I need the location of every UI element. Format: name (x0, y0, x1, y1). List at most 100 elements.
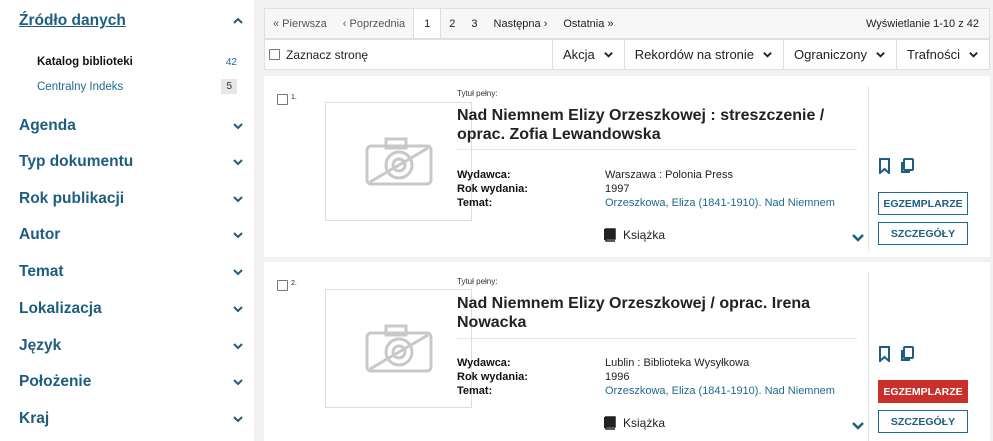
select-page-label[interactable]: Zaznacz stronę (286, 48, 368, 62)
publisher-label: Wydawca: (457, 357, 511, 369)
facet-lokalizacja[interactable]: Lokalizacja (19, 300, 244, 318)
source-item-label: Katalog biblioteki (37, 56, 133, 68)
chevron-down-icon[interactable] (232, 340, 244, 352)
cover-placeholder[interactable] (325, 102, 472, 221)
results-toolbar: Zaznacz stronę Akcja Rekordów na stronie… (264, 39, 990, 70)
chevron-down-icon[interactable] (232, 413, 244, 425)
year-value: 1997 (605, 183, 630, 195)
facet-title[interactable]: Kraj (19, 410, 49, 428)
action-dropdown[interactable]: Akcja (552, 40, 624, 69)
copy-icon[interactable] (899, 158, 914, 174)
copy-icon[interactable] (899, 346, 914, 362)
limit-dropdown[interactable]: Ograniczony (783, 40, 896, 69)
sort-dropdown-label: Trafności (907, 47, 960, 62)
last-page-link[interactable]: Ostatnia » (555, 9, 621, 38)
result-number: 1. (277, 94, 297, 105)
chevron-down-icon[interactable] (232, 156, 244, 168)
facet-title[interactable]: Lokalizacja (19, 300, 102, 318)
facet-polozenie[interactable]: Położenie (19, 373, 244, 391)
per-page-dropdown-label: Rekordów na stronie (634, 47, 755, 62)
facet-typ-dokumentu[interactable]: Typ dokumentu (19, 153, 244, 171)
next-page-link[interactable]: Następna › (486, 9, 556, 38)
result-number: 2. (277, 280, 297, 291)
sort-dropdown[interactable]: Trafności (896, 40, 989, 69)
select-page[interactable]: Zaznacz stronę (265, 48, 552, 62)
per-page-dropdown[interactable]: Rekordów na stronie (623, 40, 783, 69)
bookmark-icon[interactable] (878, 346, 891, 362)
facet-jezyk[interactable]: Język (19, 337, 244, 355)
chevron-down-icon[interactable] (851, 230, 865, 244)
result-index: 2. (291, 280, 297, 287)
pagination: « Pierwsza ‹ Poprzednia 1 2 3 Następna ›… (264, 8, 990, 39)
source-item-centralny[interactable]: Centralny Indeks 5 (37, 79, 237, 94)
chevron-down-icon[interactable] (232, 376, 244, 388)
document-type: Książka (602, 228, 665, 242)
facet-source[interactable]: Źródło danych (19, 12, 244, 30)
result-card: 1. Tytuł pełny: Nad Niemnem Elizy Orzesz… (264, 76, 990, 257)
facet-rok-publikacji[interactable]: Rok publikacji (19, 190, 244, 208)
divider (457, 338, 857, 339)
year-label: Rok wydania: (457, 183, 528, 195)
chevron-down-icon[interactable] (232, 266, 244, 278)
select-page-checkbox[interactable] (269, 49, 280, 60)
copies-button[interactable]: EGZEMPLARZE (878, 380, 968, 403)
action-dropdown-label: Akcja (563, 47, 595, 62)
publisher-value: Lublin : Biblioteka Wysyłkowa (605, 357, 750, 369)
facet-title[interactable]: Agenda (19, 117, 76, 135)
facet-autor[interactable]: Autor (19, 226, 244, 244)
camera-placeholder-icon (365, 137, 432, 185)
cover-placeholder[interactable] (325, 289, 472, 408)
record-actions (878, 346, 914, 362)
source-item-count: 5 (221, 79, 237, 94)
subject-label: Temat: (457, 197, 493, 209)
results-area: « Pierwsza ‹ Poprzednia 1 2 3 Następna ›… (254, 0, 993, 441)
facet-agenda[interactable]: Agenda (19, 117, 244, 135)
chevron-down-icon (603, 52, 613, 58)
bookmark-icon[interactable] (878, 158, 891, 174)
year-label: Rok wydania: (457, 371, 528, 383)
facet-source-title[interactable]: Źródło danych (19, 12, 126, 30)
chevron-down-icon (763, 52, 772, 58)
year-value: 1996 (605, 371, 630, 383)
subject-link[interactable]: Orzeszkowa, Eliza (1841-1910). Nad Niemn… (605, 384, 835, 398)
page-link-3[interactable]: 3 (463, 9, 485, 38)
facet-title[interactable]: Rok publikacji (19, 190, 124, 208)
chevron-down-icon[interactable] (232, 229, 244, 241)
facet-temat[interactable]: Temat (19, 263, 244, 281)
result-title[interactable]: Nad Niemnem Elizy Orzeszkowej / oprac. I… (457, 294, 857, 332)
result-meta: Wydawca: Lublin : Biblioteka Wysyłkowa Ro… (457, 356, 857, 398)
source-item-label[interactable]: Centralny Indeks (37, 81, 123, 93)
full-title-label: Tytuł pełny: (457, 89, 498, 98)
details-button[interactable]: SZCZEGÓŁY (878, 410, 968, 433)
document-type: Książka (602, 416, 665, 430)
facet-title[interactable]: Temat (19, 263, 64, 281)
publisher-label: Wydawca: (457, 169, 511, 181)
chevron-down-icon[interactable] (232, 120, 244, 132)
chevron-down-icon[interactable] (851, 418, 865, 432)
details-button[interactable]: SZCZEGÓŁY (878, 222, 968, 245)
chevron-down-icon[interactable] (232, 193, 244, 205)
result-title[interactable]: Nad Niemnem Elizy Orzeszkowej : streszcz… (457, 106, 857, 144)
prev-page-link[interactable]: ‹ Poprzednia (335, 9, 413, 38)
divider (868, 86, 869, 251)
facet-title[interactable]: Język (19, 337, 61, 355)
chevron-up-icon[interactable] (232, 15, 244, 27)
chevron-down-icon[interactable] (232, 303, 244, 315)
facet-title[interactable]: Położenie (19, 373, 91, 391)
subject-link[interactable]: Orzeszkowa, Eliza (1841-1910). Nad Niemn… (605, 196, 835, 210)
chevron-down-icon (876, 52, 885, 58)
document-type-label: Książka (623, 416, 666, 430)
facet-title[interactable]: Autor (19, 226, 60, 244)
facet-title[interactable]: Typ dokumentu (19, 153, 133, 171)
result-checkbox[interactable] (277, 280, 288, 291)
first-page-link[interactable]: « Pierwsza (265, 9, 335, 38)
subject-label: Temat: (457, 385, 493, 397)
page-link-2[interactable]: 2 (441, 9, 463, 38)
facet-kraj[interactable]: Kraj (19, 410, 244, 428)
result-checkbox[interactable] (277, 94, 288, 105)
page-link-1[interactable]: 1 (413, 9, 442, 38)
copies-button[interactable]: EGZEMPLARZE (878, 192, 968, 215)
source-item-katalog[interactable]: Katalog biblioteki 42 (37, 56, 237, 68)
results-info: Wyświetlanie 1-10 z 42 (865, 17, 979, 30)
book-icon (604, 228, 616, 242)
